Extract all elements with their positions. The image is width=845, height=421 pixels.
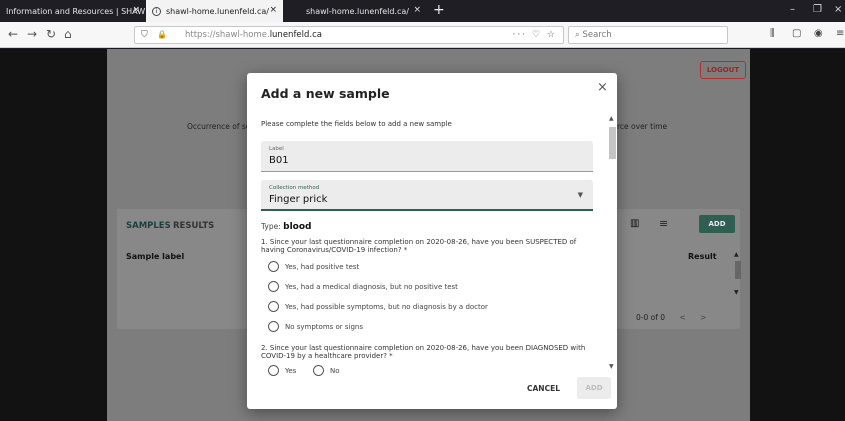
close-tab-icon[interactable]: × <box>269 5 277 15</box>
table-scrollbar[interactable]: ▲ ▼ <box>733 251 742 296</box>
new-tab-button[interactable]: + <box>433 1 445 19</box>
pagination: 0-0 of 0 < > <box>636 313 706 322</box>
add-sample-button[interactable]: ADD <box>699 215 735 233</box>
chart-caption-left: Occurrence of se <box>187 122 251 131</box>
radio-icon[interactable] <box>313 365 324 376</box>
tab-results[interactable]: RESULTS <box>173 221 214 231</box>
lock-icon[interactable]: 🔒 <box>157 27 167 43</box>
collection-method-value[interactable]: Finger prick <box>269 194 327 205</box>
radio-icon[interactable] <box>268 301 279 312</box>
label-field-label: Label <box>269 146 284 152</box>
back-icon[interactable]: ← <box>8 27 18 41</box>
dialog-body: Please complete the fields below to add … <box>247 113 617 376</box>
column-header-sample-label[interactable]: Sample label <box>126 252 184 261</box>
menu-icon[interactable]: ≡ <box>836 28 844 40</box>
forward-icon[interactable]: → <box>27 27 37 41</box>
minimize-icon[interactable]: – <box>790 3 795 17</box>
chevron-down-icon[interactable]: ▼ <box>578 191 583 199</box>
filter-icon[interactable]: ≡ <box>659 217 668 230</box>
radio-icon[interactable] <box>268 281 279 292</box>
scroll-down-icon[interactable]: ▼ <box>734 289 739 296</box>
close-tab-icon[interactable]: × <box>413 5 421 15</box>
add-button-disabled[interactable]: ADD <box>577 377 611 399</box>
left-margin <box>0 49 107 421</box>
url-bar[interactable]: ⛉ 🔒 https://shawl-home.lunenfeld.ca ··· … <box>134 26 564 44</box>
scroll-up-icon[interactable]: ▲ <box>609 115 614 122</box>
sample-type: Type: blood <box>261 222 312 232</box>
right-margin <box>750 49 845 421</box>
library-icon[interactable]: ⫼ <box>770 28 775 40</box>
close-window-icon[interactable]: × <box>834 3 842 17</box>
scroll-down-icon[interactable]: ▼ <box>609 363 614 370</box>
collection-method-label: Collection method <box>269 185 320 191</box>
q1-option-positive-test[interactable]: Yes, had positive test <box>268 261 359 272</box>
add-sample-dialog: Add a new sample × Please complete the f… <box>247 73 617 409</box>
tab-title: shawl-home.lunenfeld.ca/ <box>166 6 269 16</box>
columns-icon[interactable]: ▥ <box>630 218 639 229</box>
search-input[interactable]: ⌕ Search <box>568 26 728 44</box>
collection-method-select[interactable]: Collection method Finger prick ▼ <box>261 180 593 211</box>
tab-shawl-home-active[interactable]: i shawl-home.lunenfeld.ca/ × <box>146 0 283 22</box>
dialog-intro: Please complete the fields below to add … <box>261 120 452 128</box>
shield-icon[interactable]: ⛉ <box>141 27 148 43</box>
reload-icon[interactable]: ↻ <box>46 27 56 41</box>
column-header-result[interactable]: Result <box>688 252 717 261</box>
close-tab-icon[interactable]: × <box>132 5 140 15</box>
prev-page-icon[interactable]: < <box>679 313 685 322</box>
chart-caption-right: rce over time <box>617 122 668 131</box>
q1-option-medical-diagnosis[interactable]: Yes, had a medical diagnosis, but no pos… <box>268 281 458 292</box>
sidebar-icon[interactable]: ▢ <box>792 28 801 40</box>
tab-samples[interactable]: SAMPLES <box>126 221 171 231</box>
next-page-icon[interactable]: > <box>700 313 706 322</box>
radio-icon[interactable] <box>268 261 279 272</box>
sample-type-value: blood <box>283 222 312 232</box>
tab-info-resources[interactable]: Information and Resources | SHAW × <box>0 0 146 22</box>
account-icon[interactable]: ◉ <box>814 28 823 40</box>
label-field-value[interactable]: B01 <box>269 155 289 166</box>
tab-shawl-home[interactable]: shawl-home.lunenfeld.ca/ × <box>290 0 427 22</box>
maximize-icon[interactable]: ❐ <box>813 3 822 17</box>
q1-option-possible-symptoms[interactable]: Yes, had possible symptoms, but no diagn… <box>268 301 488 312</box>
tab-title: shawl-home.lunenfeld.ca/ <box>306 6 409 16</box>
cancel-button[interactable]: CANCEL <box>527 384 560 393</box>
tab-title: Information and Resources | SHAW <box>6 6 146 16</box>
scrollbar-thumb[interactable] <box>609 127 616 159</box>
dialog-title: Add a new sample <box>261 86 390 101</box>
radio-icon[interactable] <box>268 321 279 332</box>
q1-option-no-symptoms[interactable]: No symptoms or signs <box>268 321 363 332</box>
q2-option-yes[interactable]: Yes <box>268 365 296 376</box>
nav-bar: ← → ↻ ⌂ ⛉ 🔒 https://shawl-home.lunenfeld… <box>0 22 845 48</box>
page-favicon-icon: i <box>152 6 161 16</box>
home-icon[interactable]: ⌂ <box>64 27 72 41</box>
q2-option-no[interactable]: No <box>313 365 340 376</box>
url-text[interactable]: https://shawl-home.lunenfeld.ca <box>185 27 322 43</box>
scrollbar-thumb[interactable] <box>735 261 741 279</box>
page-actions-icons[interactable]: ··· ♡ ☆ <box>513 27 557 43</box>
label-field[interactable]: Label B01 <box>261 141 593 172</box>
tab-bar: Information and Resources | SHAW × i sha… <box>0 0 845 22</box>
logout-button[interactable]: LOGOUT <box>700 61 746 79</box>
scroll-up-icon[interactable]: ▲ <box>734 251 739 258</box>
question-2-text: 2. Since your last questionnaire complet… <box>261 344 586 360</box>
pagination-range: 0-0 of 0 <box>636 313 666 322</box>
radio-icon[interactable] <box>268 365 279 376</box>
close-icon[interactable]: × <box>597 81 608 95</box>
dialog-scrollbar[interactable]: ▲ ▼ <box>608 113 617 371</box>
question-1-text: 1. Since your last questionnaire complet… <box>261 238 577 254</box>
